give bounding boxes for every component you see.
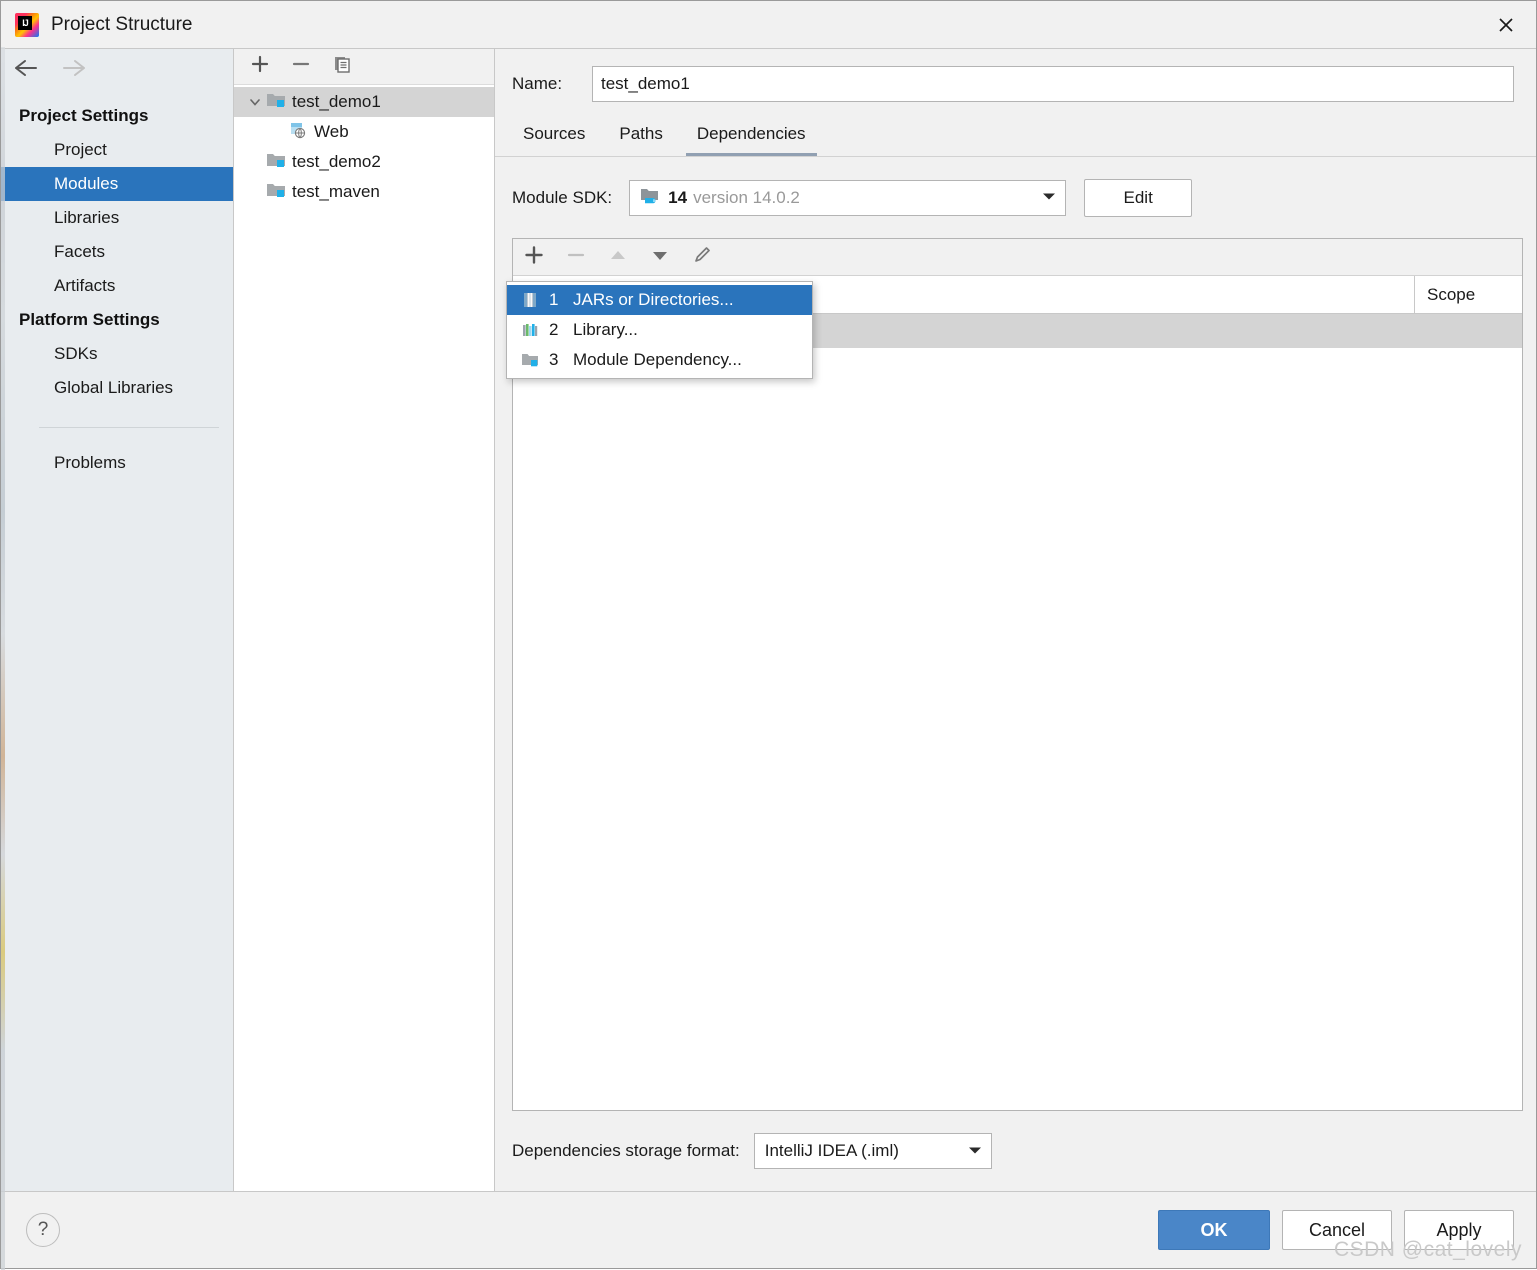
sidebar-item-problems[interactable]: Problems: [1, 446, 233, 480]
ok-button[interactable]: OK: [1158, 1210, 1270, 1250]
web-facet-icon: [288, 121, 308, 144]
navigation-arrows: [1, 49, 233, 91]
menu-item-number: 2: [549, 320, 559, 339]
module-sdk-version-major: 14: [668, 188, 688, 207]
minus-icon: [565, 244, 587, 271]
chevron-down-icon[interactable]: [1041, 189, 1057, 207]
dependencies-table: Scope: [513, 276, 1522, 1110]
library-icon: [521, 321, 543, 339]
intellij-idea-logo-icon: [15, 12, 39, 37]
chevron-down-icon[interactable]: [244, 95, 266, 109]
minus-icon[interactable]: [291, 54, 311, 79]
menu-item-library[interactable]: 2 Library...: [507, 315, 812, 345]
module-icon: [266, 181, 286, 204]
menu-item-label: Library...: [573, 320, 638, 339]
arrow-down-icon[interactable]: [649, 244, 671, 271]
window-title: Project Structure: [51, 13, 193, 35]
sidebar-item-modules[interactable]: Modules: [1, 167, 233, 201]
storage-format-combobox[interactable]: IntelliJ IDEA (.iml): [753, 1133, 992, 1169]
pencil-icon[interactable]: [691, 244, 713, 271]
dialog-footer: ? OK Cancel Apply CSDN @cat_lovely: [1, 1191, 1536, 1268]
module-sdk-label: Module SDK:: [512, 188, 613, 207]
module-icon: [521, 351, 543, 369]
sidebar-item-project[interactable]: Project: [1, 133, 233, 167]
settings-sidebar: Project Settings Project Modules Librari…: [1, 49, 234, 1191]
jar-icon: [521, 291, 543, 309]
menu-item-jars-or-directories[interactable]: 1 JARs or Directories...: [507, 285, 812, 315]
desktop-bleed-strip: [1, 47, 5, 1270]
chevron-down-icon[interactable]: [967, 1141, 983, 1161]
sidebar-divider: [39, 427, 219, 428]
menu-item-label: JARs or Directories...: [573, 290, 734, 309]
module-name-input[interactable]: [592, 66, 1514, 102]
module-name-label: Name:: [512, 74, 563, 93]
dependencies-toolbar: [513, 239, 1522, 276]
apply-button[interactable]: Apply: [1404, 1210, 1514, 1250]
sidebar-item-global-libraries[interactable]: Global Libraries: [1, 371, 233, 405]
tab-paths[interactable]: Paths: [608, 124, 673, 156]
storage-format-row: Dependencies storage format: IntelliJ ID…: [495, 1111, 1536, 1191]
module-tabs: Sources Paths Dependencies: [512, 124, 1536, 156]
add-dependency-menu: 1 JARs or Directories... 2 Library... 3 …: [506, 281, 813, 379]
sidebar-group-project-settings: Project Settings: [19, 106, 149, 125]
sidebar-item-facets[interactable]: Facets: [1, 235, 233, 269]
column-header-scope[interactable]: Scope: [1414, 276, 1522, 313]
project-structure-dialog: Project Structure: [0, 0, 1537, 1270]
module-icon: [266, 151, 286, 174]
menu-item-number: 1: [549, 290, 559, 309]
menu-item-module-dependency[interactable]: 3 Module Dependency...: [507, 345, 812, 375]
tree-node-label: test_demo1: [292, 92, 381, 111]
copy-icon[interactable]: [332, 54, 352, 79]
dialog-action-buttons: OK Cancel Apply: [1158, 1210, 1514, 1250]
module-sdk-version-full: version 14.0.2: [693, 188, 800, 207]
plus-icon[interactable]: [523, 244, 545, 271]
tree-node-label: Web: [314, 122, 349, 141]
storage-format-value: IntelliJ IDEA (.iml): [764, 1141, 899, 1160]
dialog-body: Project Settings Project Modules Librari…: [1, 48, 1536, 1191]
jdk-icon: [640, 187, 660, 210]
module-tree-panel: test_demo1 Web test_demo2 test_maven: [234, 49, 495, 1191]
sidebar-group-platform-settings: Platform Settings: [19, 310, 160, 329]
module-name-row: Name:: [495, 49, 1536, 102]
module-sdk-row: Module SDK: 14 version 14.0.2 Edit: [495, 157, 1536, 217]
tree-node-test-demo1[interactable]: test_demo1: [234, 87, 494, 117]
tree-node-web[interactable]: Web: [234, 117, 494, 147]
sidebar-list: Project Settings Project Modules Librari…: [1, 91, 233, 480]
edit-sdk-button[interactable]: Edit: [1084, 179, 1193, 217]
arrow-right-icon[interactable]: [61, 58, 87, 83]
menu-item-number: 3: [549, 350, 559, 369]
plus-icon[interactable]: [250, 54, 270, 79]
module-icon: [266, 91, 286, 114]
dependencies-table-rows: [513, 314, 1522, 1110]
help-icon[interactable]: ?: [26, 1213, 60, 1247]
close-icon[interactable]: [1476, 1, 1536, 48]
tree-node-test-demo2[interactable]: test_demo2: [234, 147, 494, 177]
sidebar-item-artifacts[interactable]: Artifacts: [1, 269, 233, 303]
storage-format-label: Dependencies storage format:: [512, 1141, 740, 1160]
module-detail-panel: Name: Sources Paths Dependencies Module …: [495, 49, 1536, 1191]
module-sdk-combobox[interactable]: 14 version 14.0.2: [629, 180, 1067, 216]
tree-node-label: test_maven: [292, 182, 380, 201]
cancel-button[interactable]: Cancel: [1282, 1210, 1392, 1250]
arrow-left-icon[interactable]: [13, 58, 39, 83]
title-bar: Project Structure: [1, 1, 1536, 48]
arrow-up-icon: [607, 244, 629, 271]
tree-node-label: test_demo2: [292, 152, 381, 171]
sidebar-item-libraries[interactable]: Libraries: [1, 201, 233, 235]
tree-node-test-maven[interactable]: test_maven: [234, 177, 494, 207]
menu-item-label: Module Dependency...: [573, 350, 742, 369]
module-tree-toolbar: [234, 49, 494, 85]
tab-dependencies[interactable]: Dependencies: [685, 124, 817, 156]
module-tree-list: test_demo1 Web test_demo2 test_maven: [234, 85, 494, 1191]
sidebar-item-sdks[interactable]: SDKs: [1, 337, 233, 371]
tab-sources[interactable]: Sources: [512, 124, 596, 156]
